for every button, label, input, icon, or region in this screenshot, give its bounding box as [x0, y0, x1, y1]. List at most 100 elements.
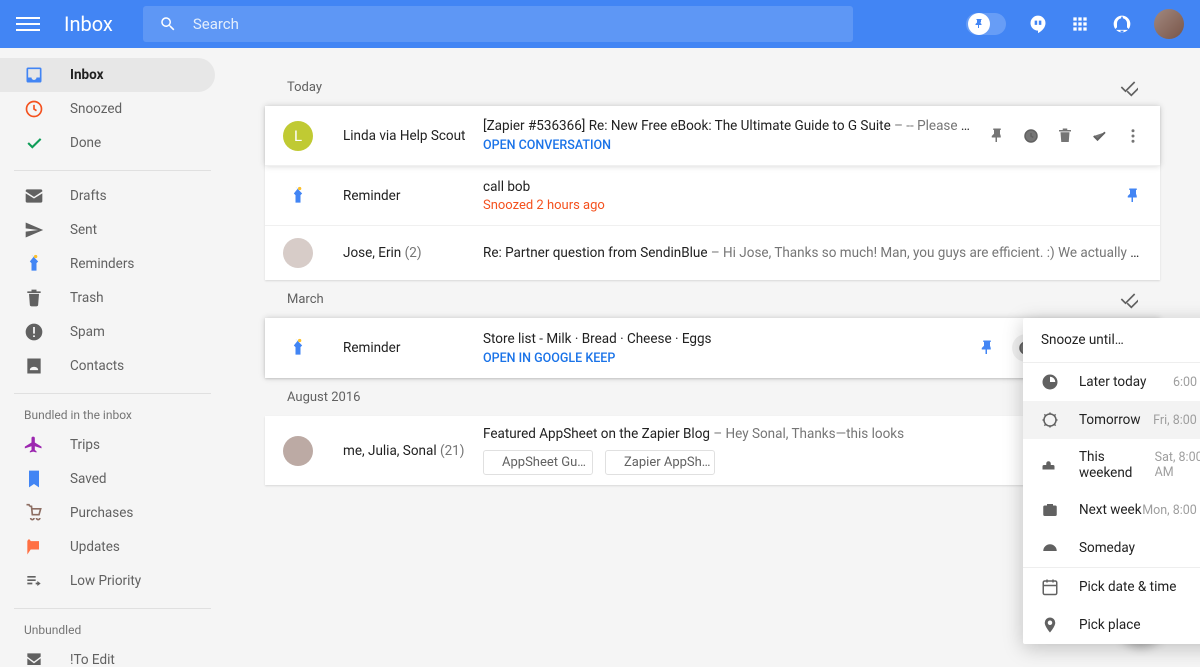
header-actions	[966, 9, 1184, 39]
contacts-icon	[24, 356, 44, 376]
sweep-icon[interactable]	[1118, 289, 1138, 309]
drafts-icon	[24, 186, 44, 206]
snooze-option-date[interactable]: Pick date & time	[1023, 568, 1200, 606]
avatar	[283, 238, 313, 268]
message-row[interactable]: Jose, Erin (2)Re: Partner question from …	[265, 226, 1160, 280]
sidebar-item-sent[interactable]: Sent	[0, 213, 215, 247]
search-box[interactable]	[143, 6, 853, 42]
row-actions	[988, 127, 1142, 145]
pin-icon[interactable]	[1124, 187, 1142, 205]
message-content: Re: Partner question from SendinBlue – H…	[483, 245, 1142, 261]
sidebar-item-label: Sent	[70, 222, 97, 238]
sidebar-item-updates[interactable]: Updates	[0, 530, 215, 564]
message-row[interactable]: L Linda via Help Scout[Zapier #536366] Re…	[265, 106, 1160, 166]
sidebar-item-contacts[interactable]: Contacts	[0, 349, 215, 383]
message-content: Store list - Milk · Bread · Cheese · Egg…	[483, 331, 964, 366]
sidebar-item-reminders[interactable]: Reminders	[0, 247, 215, 281]
sidebar-item-label: Spam	[70, 324, 105, 340]
avatar	[283, 436, 313, 466]
inbox-icon	[24, 65, 44, 85]
sidebar-item-label: Inbox	[70, 67, 103, 83]
snooze-icon[interactable]	[1022, 127, 1040, 145]
snooze-option-tomorrow[interactable]: TomorrowFri, 8:00 AM	[1023, 401, 1200, 439]
sidebar: Inbox Snoozed Done Drafts Sent Reminders Trash…	[0, 48, 225, 667]
sender: me, Julia, Sonal (21)	[343, 443, 483, 459]
hangouts-icon[interactable]	[1028, 14, 1048, 34]
row-actions	[1124, 187, 1142, 205]
sent-icon	[24, 220, 44, 240]
main-panel: Today L Linda via Help Scout[Zapier #53636…	[225, 48, 1200, 667]
section-header: March	[265, 280, 1160, 318]
snooze-option-later[interactable]: Later today6:00 PM	[1023, 363, 1200, 401]
purchases-icon	[24, 503, 44, 523]
sidebar-item-purchases[interactable]: Purchases	[0, 496, 215, 530]
sidebar-item-trips[interactable]: Trips	[0, 428, 215, 462]
snooze-option-weekend[interactable]: This weekendSat, 8:00 AM	[1023, 439, 1200, 491]
sidebar-item-label: Low Priority	[70, 573, 141, 589]
sidebar-item-label: Contacts	[70, 358, 124, 374]
app-title: Inbox	[64, 12, 113, 36]
trips-icon	[24, 435, 44, 455]
sidebar-item-label: Done	[70, 135, 101, 151]
done-icon[interactable]	[1090, 127, 1108, 145]
section-label: Today	[287, 80, 322, 95]
sidebar-item-label: Trash	[70, 290, 104, 306]
attachment-chip[interactable]: Zapier AppSh…	[605, 450, 715, 475]
done-icon	[24, 133, 44, 153]
sidebar-item-drafts[interactable]: Drafts	[0, 179, 215, 213]
attachment-chips: AppSheet Gu… Zapier AppSh…	[483, 450, 1043, 475]
section-header: Today	[265, 68, 1160, 106]
sidebar-item-label: Purchases	[70, 505, 133, 521]
apps-icon[interactable]	[1070, 14, 1090, 34]
notifications-icon[interactable]	[1112, 14, 1132, 34]
message-content: [Zapier #536366] Re: New Free eBook: The…	[483, 118, 974, 153]
delete-icon[interactable]	[1056, 127, 1074, 145]
more-icon[interactable]	[1124, 127, 1142, 145]
sidebar-item-lowpriority[interactable]: Low Priority	[0, 564, 215, 598]
toedit-icon	[24, 650, 44, 667]
sidebar-item-toedit[interactable]: !To Edit	[0, 643, 215, 667]
sidebar-item-done[interactable]: Done	[0, 126, 215, 160]
avatar: L	[283, 121, 313, 151]
attachment-chip[interactable]: AppSheet Gu…	[483, 450, 593, 475]
sidebar-item-label: Saved	[70, 471, 107, 487]
sidebar-item-label: !To Edit	[70, 652, 115, 667]
snooze-option-someday[interactable]: Someday	[1023, 529, 1200, 567]
sender: Jose, Erin (2)	[343, 245, 483, 261]
pin-toggle[interactable]	[966, 13, 1006, 35]
lowpriority-icon	[24, 571, 44, 591]
sweep-icon[interactable]	[1118, 77, 1138, 97]
open-link[interactable]: OPEN CONVERSATION	[483, 138, 974, 153]
sidebar-item-label: Snoozed	[70, 101, 122, 117]
saved-icon	[24, 469, 44, 489]
account-avatar[interactable]	[1154, 9, 1184, 39]
unbundled-header: Unbundled	[0, 617, 225, 643]
sidebar-item-spam[interactable]: Spam	[0, 315, 215, 349]
pin-icon[interactable]	[978, 339, 996, 357]
reminder-icon	[283, 333, 313, 363]
sidebar-item-label: Trips	[70, 437, 100, 453]
header: Inbox	[0, 0, 1200, 48]
sidebar-item-saved[interactable]: Saved	[0, 462, 215, 496]
message-group: L Linda via Help Scout[Zapier #536366] Re…	[265, 106, 1160, 280]
sidebar-item-label: Updates	[70, 539, 120, 555]
search-input[interactable]	[193, 15, 837, 33]
message-content: Featured AppSheet on the Zapier Blog – H…	[483, 426, 1043, 475]
sidebar-item-inbox[interactable]: Inbox	[0, 58, 215, 92]
section-label: August 2016	[287, 390, 360, 405]
spam-icon	[24, 322, 44, 342]
message-content: call bobSnoozed 2 hours ago	[483, 179, 1110, 213]
bundled-header: Bundled in the inbox	[0, 402, 225, 428]
open-link[interactable]: OPEN IN GOOGLE KEEP	[483, 351, 964, 366]
sidebar-item-label: Drafts	[70, 188, 107, 204]
snooze-option-place[interactable]: Pick place	[1023, 606, 1200, 644]
sidebar-item-trash[interactable]: Trash	[0, 281, 215, 315]
snooze-menu-title: Snooze until…	[1023, 318, 1200, 362]
menu-icon[interactable]	[16, 12, 40, 36]
pin-icon[interactable]	[988, 127, 1006, 145]
snooze-option-nextweek[interactable]: Next weekMon, 8:00 AM	[1023, 491, 1200, 529]
sidebar-item-snoozed[interactable]: Snoozed	[0, 92, 215, 126]
message-row[interactable]: Remindercall bobSnoozed 2 hours ago	[265, 166, 1160, 226]
search-icon	[159, 15, 177, 33]
sender: Linda via Help Scout	[343, 128, 483, 144]
